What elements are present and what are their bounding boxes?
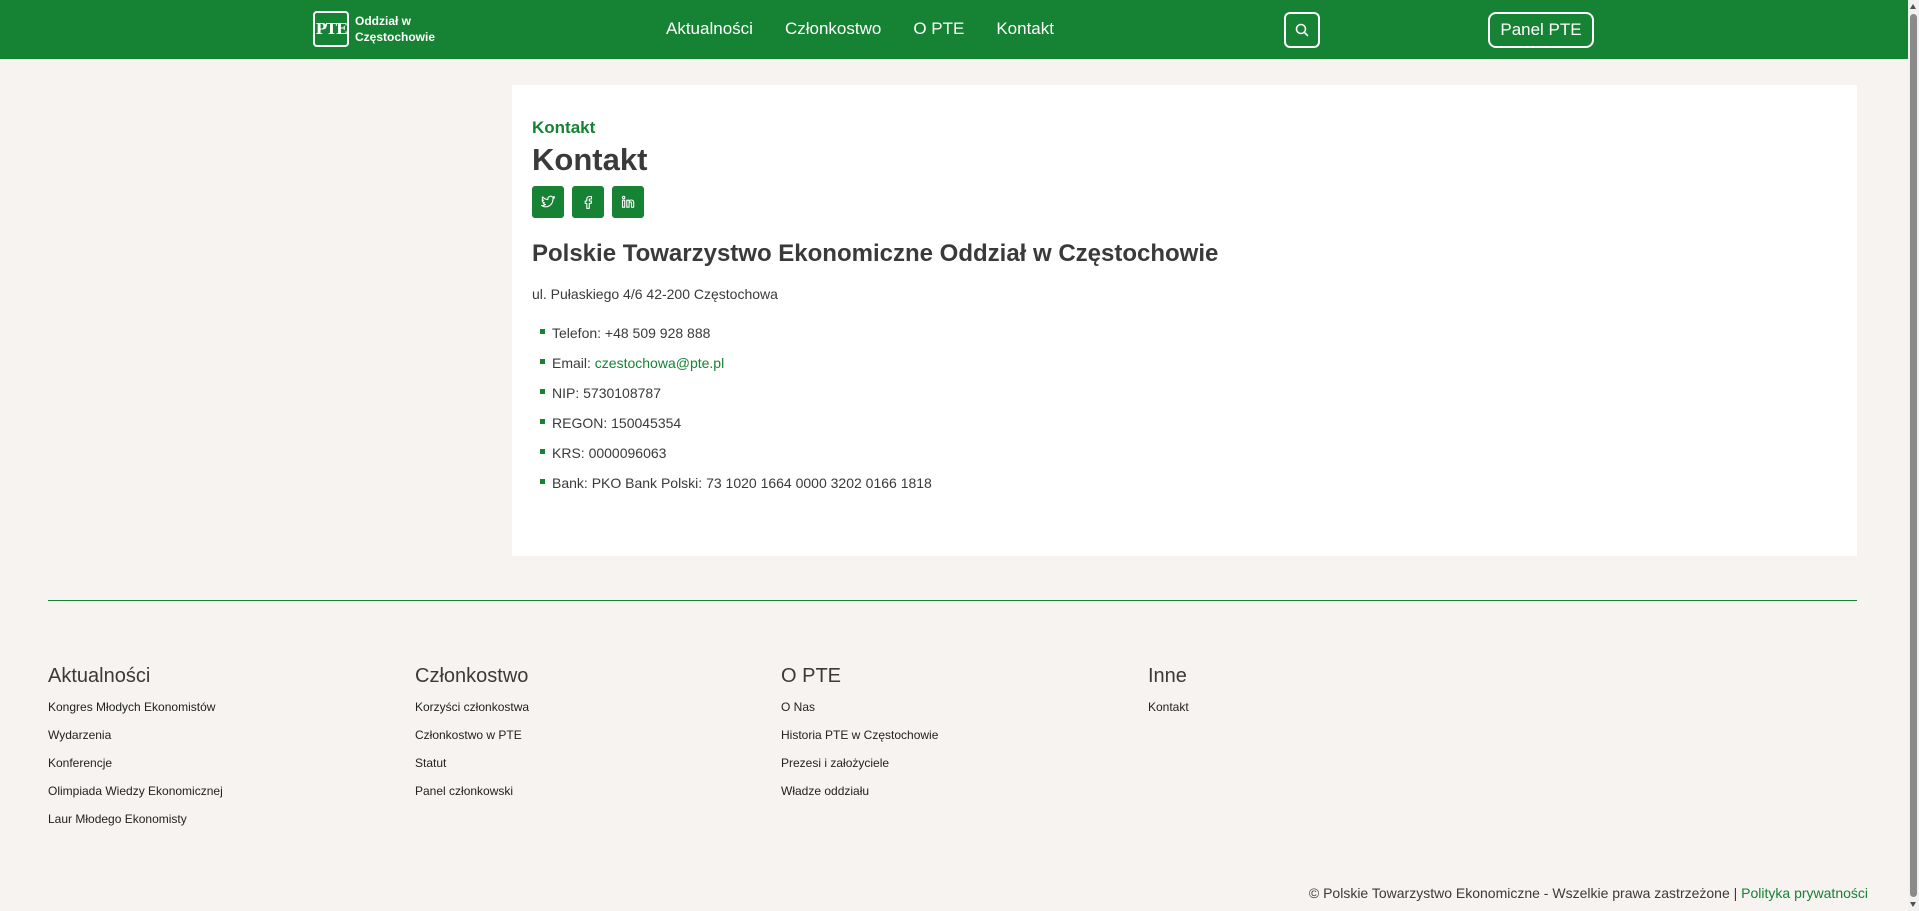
main-nav: Aktualności Członkostwo O PTE Kontakt (666, 19, 1054, 39)
search-button[interactable] (1284, 12, 1320, 48)
footer-column-czlonkostwo: Członkostwo Korzyści członkostwa Członko… (415, 665, 529, 812)
logo-line-1: Oddział w (355, 14, 412, 28)
footer-link[interactable]: O Nas (781, 700, 938, 728)
page-scrollbar[interactable] (1908, 0, 1919, 911)
footer-link[interactable]: Władze oddziału (781, 784, 938, 812)
footer-link[interactable]: Olimpiada Wiedzy Ekonomicznej (48, 784, 223, 812)
nav-kontakt[interactable]: Kontakt (996, 19, 1054, 39)
page-title: Kontakt (532, 142, 648, 177)
footer-column-inne: Inne Kontakt (1148, 665, 1189, 728)
footer-link[interactable]: Kontakt (1148, 700, 1189, 728)
footer-divider (48, 600, 1857, 601)
copyright-text: © Polskie Towarzystwo Ekonomiczne - Wsze… (1308, 885, 1742, 901)
email-label: Email: (552, 355, 595, 371)
nav-czlonkostwo[interactable]: Członkostwo (785, 19, 881, 39)
phone-item: Telefon: +48 509 928 888 (540, 325, 932, 355)
footer-link[interactable]: Historia PTE w Częstochowie (781, 728, 938, 756)
footer-link[interactable]: Kongres Młodych Ekonomistów (48, 700, 223, 728)
footer-link[interactable]: Konferencje (48, 756, 223, 784)
email-item: Email: czestochowa@pte.pl (540, 355, 932, 385)
email-link[interactable]: czestochowa@pte.pl (595, 355, 724, 371)
footer-link[interactable]: Prezesi i założyciele (781, 756, 938, 784)
contact-card: Kontakt Kontakt Polskie Towarzystwo Ekon… (512, 85, 1857, 556)
footer-link[interactable]: Członkostwo w PTE (415, 728, 529, 756)
regon-item: REGON: 150045354 (540, 415, 932, 445)
nav-o-pte[interactable]: O PTE (913, 19, 964, 39)
footer-heading: O PTE (781, 665, 842, 687)
footer-link[interactable]: Laur Młodego Ekonomisty (48, 812, 223, 840)
footer-heading: Członkostwo (415, 665, 529, 687)
breadcrumb[interactable]: Kontakt (532, 118, 595, 138)
nav-aktualnosci[interactable]: Aktualności (666, 19, 753, 39)
search-icon (1295, 23, 1309, 37)
pte-logo-icon: PTE (313, 11, 349, 47)
nip-item: NIP: 5730108787 (540, 385, 932, 415)
organization-name: Polskie Towarzystwo Ekonomiczne Oddział … (532, 240, 1219, 267)
footer-link[interactable]: Wydarzenia (48, 728, 223, 756)
bank-item: Bank: PKO Bank Polski: 73 1020 1664 0000… (540, 475, 932, 505)
privacy-policy-link[interactable]: Polityka prywatności (1741, 885, 1868, 901)
address: ul. Pułaskiego 4/6 42-200 Częstochowa (532, 286, 778, 302)
krs-item: KRS: 0000096063 (540, 445, 932, 475)
contact-details-list: Telefon: +48 509 928 888 Email: czestoch… (540, 325, 932, 505)
twitter-share-button[interactable] (532, 186, 564, 218)
footer-heading: Aktualności (48, 665, 151, 687)
site-logo[interactable]: PTE Oddział w Częstochowie (313, 11, 435, 47)
facebook-icon (584, 195, 593, 209)
linkedin-share-button[interactable] (612, 186, 644, 218)
social-links (532, 186, 644, 218)
footer-heading: Inne (1148, 665, 1187, 687)
linkedin-icon (621, 195, 635, 208)
footer-column-aktualnosci: Aktualności Kongres Młodych Ekonomistów … (48, 665, 223, 840)
twitter-icon (540, 195, 556, 208)
footer-column-o-pte: O PTE O Nas Historia PTE w Częstochowie … (781, 665, 938, 812)
top-navbar: PTE Oddział w Częstochowie Aktualności C… (0, 0, 1908, 59)
footer-link[interactable]: Panel członkowski (415, 784, 529, 812)
copyright-notice: © Polskie Towarzystwo Ekonomiczne - Wsze… (1309, 885, 1868, 901)
footer-link[interactable]: Korzyści członkostwa (415, 700, 529, 728)
panel-pte-button[interactable]: Panel PTE (1488, 12, 1594, 48)
facebook-share-button[interactable] (572, 186, 604, 218)
footer-link[interactable]: Statut (415, 756, 529, 784)
scroll-down-arrow-icon[interactable] (1910, 902, 1916, 907)
scroll-up-arrow-icon[interactable] (1910, 4, 1916, 9)
logo-text: Oddział w Częstochowie (355, 13, 435, 45)
logo-line-2: Częstochowie (355, 30, 436, 44)
scrollbar-thumb[interactable] (1910, 14, 1917, 897)
